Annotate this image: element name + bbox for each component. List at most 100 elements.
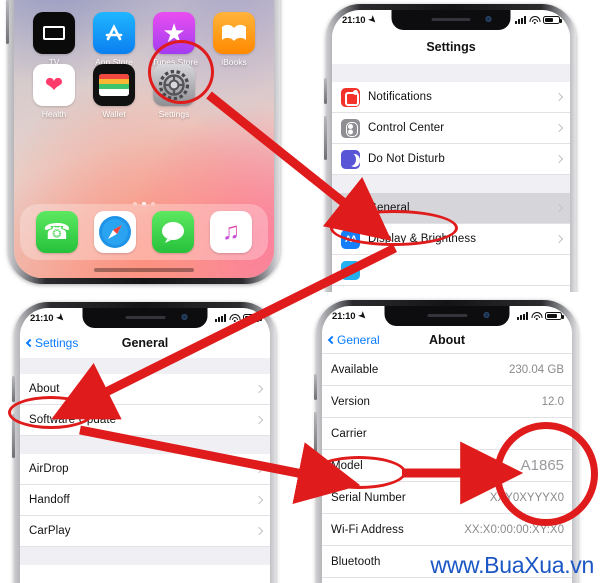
general-row-handoff[interactable]: Handoff [20, 485, 270, 516]
row-value-model: A1865 [520, 457, 564, 474]
chevron-left-icon [25, 338, 35, 348]
app-tile-health[interactable]: ❤ Health [24, 64, 84, 119]
messages-app-icon[interactable] [152, 211, 194, 253]
panel-settings-screen: 21:10 ➤ Settings Notifications Control C… [300, 0, 600, 292]
status-bar-left: 21:10 ➤ [342, 12, 380, 26]
about-row-carrier[interactable]: Carrier [322, 418, 572, 450]
row-label: Version [331, 395, 371, 408]
status-bar-right [517, 311, 564, 321]
iphone-device-general: 21:10 ➤ Settings General About Software … [12, 302, 276, 583]
app-label: Settings [158, 109, 190, 119]
panel-home-screen: TV App Store ★ iTunes Store iBooks ❤ Hea… [0, 0, 300, 292]
chevron-right-icon [254, 495, 264, 505]
chevron-right-icon [554, 123, 564, 133]
app-tile-wallet[interactable]: Wallet [84, 64, 144, 119]
ibooks-app-icon [213, 12, 255, 54]
row-value: 230.04 GB [509, 363, 564, 376]
row-label: General [368, 202, 410, 214]
row-value: XXY0XYYYX0 [489, 491, 564, 504]
about-row-wifi-address[interactable]: Wi-Fi Address XX:X0:00:00:XY:X0 [322, 514, 572, 546]
general-row-about[interactable]: About [20, 374, 270, 405]
back-button-settings[interactable]: Settings [25, 336, 79, 350]
general-row-airdrop[interactable]: AirDrop [20, 454, 270, 485]
health-app-icon: ❤ [33, 64, 75, 106]
wifi-icon [229, 314, 240, 322]
status-bar-general: 21:10 ➤ [20, 308, 270, 328]
navbar-about: General About [322, 326, 572, 354]
status-bar-about: 21:10 ➤ [322, 306, 572, 326]
panel-about-screen: 21:10 ➤ General About Available 230.04 G… [300, 292, 600, 583]
phone-glyph: ☎ [43, 219, 71, 244]
home-apps-row-1: TV App Store ★ iTunes Store iBooks [14, 12, 274, 67]
location-arrow-icon: ➤ [356, 308, 370, 322]
cellular-signal-icon [517, 312, 528, 320]
general-list-group-1: About Software Update [20, 374, 270, 436]
cellular-signal-icon [515, 16, 526, 24]
home-indicator-bar[interactable] [94, 268, 194, 272]
settings-row-notifications[interactable]: Notifications [332, 82, 570, 113]
status-bar-left: 21:10 ➤ [332, 308, 370, 322]
music-app-icon[interactable]: ♫ [210, 211, 252, 253]
iphone-screen-home: TV App Store ★ iTunes Store iBooks ❤ Hea… [14, 0, 274, 278]
app-tile-settings[interactable]: Settings [144, 64, 204, 119]
settings-row-wallpaper-partial[interactable] [332, 255, 570, 286]
battery-icon [543, 15, 562, 25]
page-title: About [428, 332, 466, 347]
panel-general-screen: 21:10 ➤ Settings General About Software … [0, 292, 300, 583]
app-tile-itunes-store[interactable]: ★ iTunes Store [144, 12, 204, 67]
general-row-software-update[interactable]: Software Update [20, 405, 270, 436]
row-label: Software Update [29, 414, 117, 426]
page-title: Settings [426, 40, 476, 54]
back-button-general[interactable]: General [327, 332, 380, 347]
safari-app-icon[interactable] [94, 211, 136, 253]
wifi-icon [531, 312, 542, 320]
chevron-right-icon [254, 464, 264, 474]
wallet-app-icon [93, 64, 135, 106]
settings-app-icon [153, 64, 195, 106]
about-row-version[interactable]: Version 12.0 [322, 386, 572, 418]
back-label: Settings [35, 336, 79, 350]
app-store-app-icon [93, 12, 135, 54]
general-row-carplay[interactable]: CarPlay [20, 516, 270, 547]
location-arrow-icon: ➤ [54, 310, 68, 324]
about-row-available[interactable]: Available 230.04 GB [322, 354, 572, 386]
control-center-icon [341, 118, 360, 138]
iphone-screen-settings: 21:10 ➤ Settings Notifications Control C… [332, 10, 570, 292]
list-group-gap [20, 358, 270, 374]
status-bar-right [215, 313, 262, 323]
status-bar-right [515, 15, 562, 25]
display-brightness-icon: AA [341, 229, 360, 249]
location-arrow-icon: ➤ [366, 12, 380, 26]
settings-row-control-center[interactable]: Control Center [332, 113, 570, 144]
app-tile-tv[interactable]: TV [24, 12, 84, 67]
app-tile-ibooks[interactable]: iBooks [204, 12, 264, 67]
about-row-serial-number[interactable]: Serial Number XXY0XYYYX0 [322, 482, 572, 514]
screenshot-stage: TV App Store ★ iTunes Store iBooks ❤ Hea… [0, 0, 600, 583]
settings-row-do-not-disturb[interactable]: Do Not Disturb [332, 144, 570, 175]
row-label: CarPlay [29, 525, 71, 537]
about-row-model[interactable]: Model A1865 [322, 450, 572, 482]
row-label: Wi-Fi Address [331, 523, 404, 536]
settings-row-display-brightness[interactable]: AA Display & Brightness [332, 224, 570, 255]
app-label: Wallet [102, 109, 126, 119]
chevron-right-icon [554, 203, 564, 213]
back-label: General [337, 332, 380, 347]
row-label: About [29, 383, 60, 395]
chevron-left-icon [327, 335, 337, 344]
row-label: Notifications [368, 91, 432, 103]
settings-list-group-2: General AA Display & Brightness [332, 193, 570, 286]
chevron-right-icon [554, 92, 564, 102]
cellular-signal-icon [215, 314, 226, 322]
home-apps-row-2: ❤ Health Wallet Settings [14, 64, 274, 119]
star-glyph: ★ [162, 18, 186, 48]
iphone-screen-about: 21:10 ➤ General About Available 230.04 G… [322, 306, 572, 583]
status-time: 21:10 [30, 312, 54, 324]
do-not-disturb-icon [341, 149, 360, 169]
settings-list-group-1: Notifications Control Center Do Not Dist… [332, 82, 570, 175]
app-tile-app-store[interactable]: App Store [84, 12, 144, 67]
row-label: Available [331, 363, 379, 376]
settings-row-general[interactable]: General [332, 193, 570, 224]
phone-app-icon[interactable]: ☎ [36, 211, 78, 253]
iphone-screen-general: 21:10 ➤ Settings General About Software … [20, 308, 270, 583]
wallpaper-icon [341, 260, 360, 280]
